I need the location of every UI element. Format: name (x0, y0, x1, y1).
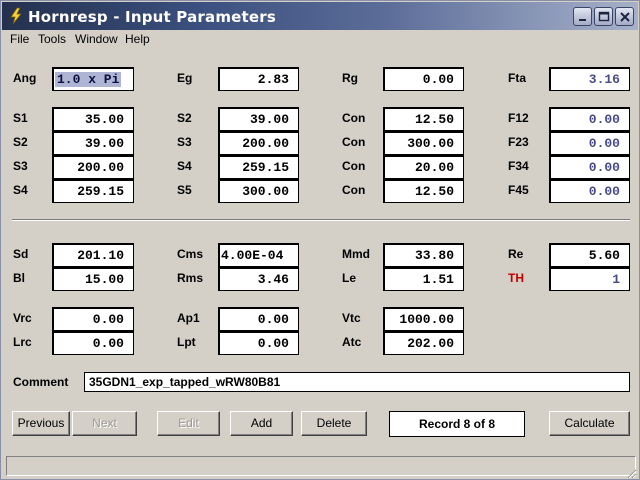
label-f23: F23 (508, 135, 529, 149)
label-mmd: Mmd (342, 247, 370, 261)
con-3-field[interactable]: 20.00 (383, 155, 464, 179)
s1-field[interactable]: 35.00 (52, 107, 134, 131)
label-s1: S1 (13, 111, 28, 125)
cms-field[interactable]: 4.00E-04 (218, 243, 299, 267)
sd-field[interactable]: 201.10 (52, 243, 134, 267)
label-th: TH (508, 271, 524, 285)
label-rg: Rg (342, 71, 358, 85)
th-field[interactable]: 1 (549, 267, 630, 291)
f34-field[interactable]: 0.00 (549, 155, 630, 179)
rms-field[interactable]: 3.46 (218, 267, 299, 291)
s3-b-field[interactable]: 200.00 (218, 131, 299, 155)
label-lrc: Lrc (13, 335, 32, 349)
label-bl: Bl (13, 271, 25, 285)
close-icon (620, 12, 630, 22)
label-comment: Comment (13, 375, 69, 389)
maximize-icon (598, 11, 610, 22)
label-le: Le (342, 271, 357, 285)
record-indicator: Record 8 of 8 (389, 411, 525, 437)
lrc-field[interactable]: 0.00 (52, 331, 134, 355)
add-button[interactable]: Add (230, 411, 293, 436)
title-bar[interactable]: Hornresp - Input Parameters (2, 2, 638, 30)
label-rms: Rms (177, 271, 204, 285)
re-field[interactable]: 5.60 (549, 243, 630, 267)
f45-field[interactable]: 0.00 (549, 179, 630, 203)
hornresp-window: Hornresp - Input Parameters File Tools W… (0, 0, 640, 480)
menu-file[interactable]: File (10, 32, 29, 46)
s2-field[interactable]: 39.00 (52, 131, 134, 155)
label-ang: Ang (13, 71, 37, 85)
label-s5: S5 (177, 183, 192, 197)
label-s4: S4 (13, 183, 28, 197)
f12-field[interactable]: 0.00 (549, 107, 630, 131)
vtc-field[interactable]: 1000.00 (383, 307, 464, 331)
calculate-button[interactable]: Calculate (549, 411, 630, 436)
label-s3: S3 (13, 159, 28, 173)
resize-grip-icon[interactable] (625, 467, 637, 479)
label-cms: Cms (177, 247, 204, 261)
label-atc: Atc (342, 335, 362, 349)
label-vrc: Vrc (13, 311, 32, 325)
s5-field[interactable]: 300.00 (218, 179, 299, 203)
minimize-icon (579, 19, 586, 21)
next-button[interactable]: Next (72, 411, 137, 436)
rg-field[interactable]: 0.00 (383, 67, 464, 91)
label-s2-b: S2 (177, 111, 192, 125)
delete-button[interactable]: Delete (301, 411, 367, 436)
ang-field[interactable]: 1.0 x Pi (52, 67, 134, 91)
close-button[interactable] (615, 7, 634, 26)
label-s2: S2 (13, 135, 28, 149)
label-s4-b: S4 (177, 159, 192, 173)
label-sd: Sd (13, 247, 29, 261)
menu-bar: File Tools Window Help (2, 30, 638, 49)
label-f12: F12 (508, 111, 529, 125)
menu-window[interactable]: Window (75, 32, 118, 46)
bl-field[interactable]: 15.00 (52, 267, 134, 291)
ang-value: 1.0 x Pi (55, 72, 122, 87)
label-re: Re (508, 247, 524, 261)
atc-field[interactable]: 202.00 (383, 331, 464, 355)
label-con-2: Con (342, 135, 366, 149)
mmd-field[interactable]: 33.80 (383, 243, 464, 267)
label-fta: Fta (508, 71, 526, 85)
s4-field[interactable]: 259.15 (52, 179, 134, 203)
label-con-1: Con (342, 111, 366, 125)
s4-b-field[interactable]: 259.15 (218, 155, 299, 179)
maximize-button[interactable] (594, 7, 613, 26)
menu-tools[interactable]: Tools (38, 32, 66, 46)
label-con-4: Con (342, 183, 366, 197)
label-f34: F34 (508, 159, 529, 173)
label-eg: Eg (177, 71, 193, 85)
previous-button[interactable]: Previous (12, 411, 70, 436)
s2-b-field[interactable]: 39.00 (218, 107, 299, 131)
label-ap1: Ap1 (177, 311, 200, 325)
con-1-field[interactable]: 12.50 (383, 107, 464, 131)
section-divider (12, 219, 630, 221)
minimize-button[interactable] (573, 7, 592, 26)
le-field[interactable]: 1.51 (383, 267, 464, 291)
menu-help[interactable]: Help (125, 32, 150, 46)
lpt-field[interactable]: 0.00 (218, 331, 299, 355)
label-f45: F45 (508, 183, 529, 197)
s3-field[interactable]: 200.00 (52, 155, 134, 179)
f23-field[interactable]: 0.00 (549, 131, 630, 155)
status-bar (6, 456, 636, 476)
window-title: Hornresp - Input Parameters (28, 8, 277, 26)
label-s3-b: S3 (177, 135, 192, 149)
vrc-field[interactable]: 0.00 (52, 307, 134, 331)
label-lpt: Lpt (177, 335, 196, 349)
eg-field[interactable]: 2.83 (218, 67, 299, 91)
con-2-field[interactable]: 300.00 (383, 131, 464, 155)
lightning-bolt-icon (10, 7, 22, 25)
edit-button[interactable]: Edit (157, 411, 220, 436)
label-vtc: Vtc (342, 311, 361, 325)
comment-field[interactable]: 35GDN1_exp_tapped_wRW80B81 (84, 372, 630, 392)
con-4-field[interactable]: 12.50 (383, 179, 464, 203)
fta-field[interactable]: 3.16 (549, 67, 630, 91)
ap1-field[interactable]: 0.00 (218, 307, 299, 331)
label-con-3: Con (342, 159, 366, 173)
